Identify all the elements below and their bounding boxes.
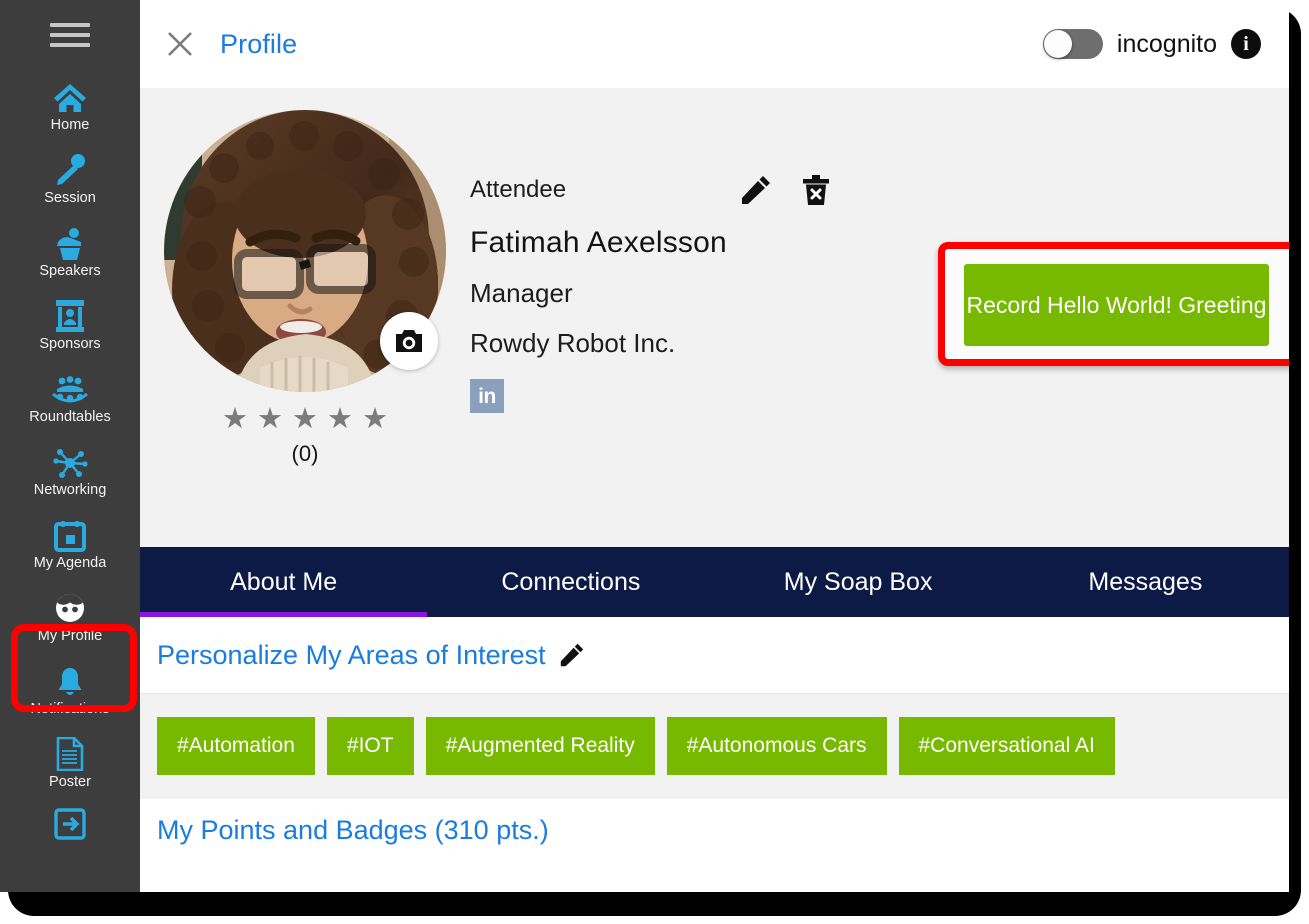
sidebar-nav: Home Session Speakers Sponsors Roundtabl… xyxy=(0,0,140,892)
home-icon xyxy=(52,80,88,114)
incognito-toggle[interactable] xyxy=(1042,29,1103,59)
tab-about-me[interactable]: About Me xyxy=(140,547,428,617)
linkedin-label: in xyxy=(478,384,496,408)
tab-my-soap-box[interactable]: My Soap Box xyxy=(715,547,1002,617)
sidebar-item-label: Roundtables xyxy=(29,408,111,425)
profile-panel: Profile incognito i ★ ★ ★ ★ ★ (0) Attend… xyxy=(140,0,1289,892)
sidebar-item-label: Poster xyxy=(49,773,91,790)
profile-hero: ★ ★ ★ ★ ★ (0) Attendee Fatimah Aexelsson… xyxy=(140,88,1289,547)
incognito-controls: incognito i xyxy=(1042,29,1289,59)
interest-tag[interactable]: #Augmented Reality xyxy=(425,717,655,775)
sidebar-item-home[interactable]: Home xyxy=(0,70,140,143)
role-row: Attendee xyxy=(470,168,1289,212)
sidebar-item-networking[interactable]: Networking xyxy=(0,435,140,508)
sidebar-item-label: My Profile xyxy=(37,627,103,644)
sidebar-item-label: My Agenda xyxy=(33,554,107,571)
points-and-badges-link[interactable]: My Points and Badges (310 pts.) xyxy=(157,815,549,846)
star-icon[interactable]: ★ xyxy=(362,404,388,434)
star-icon[interactable]: ★ xyxy=(292,404,318,434)
interest-tag[interactable]: #IOT xyxy=(326,717,414,775)
panel-header: Profile incognito i xyxy=(140,0,1289,88)
podium-speaker-icon xyxy=(51,226,89,260)
hamburger-bar xyxy=(50,23,90,27)
delete-profile-trash-icon[interactable] xyxy=(794,168,838,212)
booth-icon xyxy=(53,299,87,333)
profile-role: Attendee xyxy=(470,176,567,203)
calendar-icon xyxy=(54,518,86,552)
profile-info: Attendee Fatimah Aexelsson Manager Rowdy… xyxy=(470,88,1289,547)
linkedin-icon[interactable]: in xyxy=(470,379,504,413)
tab-connections[interactable]: Connections xyxy=(427,547,714,617)
edit-profile-pencil-icon[interactable] xyxy=(734,168,778,212)
sidebar-item-label: Notifications xyxy=(30,700,110,717)
avatar-column: ★ ★ ★ ★ ★ (0) xyxy=(140,88,470,547)
interest-tags: #Automation #IOT #Augmented Reality #Aut… xyxy=(140,694,1289,799)
sidebar-item-poster[interactable]: Poster xyxy=(0,727,140,800)
close-icon[interactable] xyxy=(160,24,200,64)
sidebar-item-session[interactable]: Session xyxy=(0,143,140,216)
app-window: Home Session Speakers Sponsors Roundtabl… xyxy=(0,0,1309,924)
incognito-label: incognito xyxy=(1116,29,1217,58)
interest-tag[interactable]: #Conversational AI xyxy=(898,717,1115,775)
interests-header: Personalize My Areas of Interest xyxy=(140,617,1289,694)
personalize-interests-link[interactable]: Personalize My Areas of Interest xyxy=(157,640,546,671)
interest-tag[interactable]: #Autonomous Cars xyxy=(666,717,887,775)
sidebar-item-sponsors[interactable]: Sponsors xyxy=(0,289,140,362)
microphone-icon xyxy=(53,153,87,187)
tab-messages[interactable]: Messages xyxy=(1002,547,1289,617)
camera-icon[interactable] xyxy=(380,312,438,370)
sidebar-item-notifications[interactable]: Notifications xyxy=(0,654,140,727)
record-greeting-button[interactable]: Record Hello World! Greeting xyxy=(964,264,1269,346)
face-avatar-icon xyxy=(53,591,87,625)
hamburger-menu-icon[interactable] xyxy=(0,0,140,70)
hamburger-bar xyxy=(50,33,90,37)
star-icon[interactable]: ★ xyxy=(327,404,353,434)
sidebar-item-logout[interactable] xyxy=(0,800,140,856)
bell-icon xyxy=(55,664,85,698)
interest-tag[interactable]: #Automation xyxy=(157,717,315,775)
sidebar-item-label: Home xyxy=(50,116,90,133)
sidebar-item-my-profile[interactable]: My Profile xyxy=(0,581,140,654)
sidebar-item-roundtables[interactable]: Roundtables xyxy=(0,362,140,435)
avatar-wrapper xyxy=(164,110,446,392)
page-title: Profile xyxy=(220,28,298,59)
rating-count: (0) xyxy=(291,441,319,466)
sidebar-item-label: Session xyxy=(44,189,96,206)
group-table-icon xyxy=(51,372,89,406)
toggle-knob xyxy=(1043,30,1072,58)
points-and-badges-row: My Points and Badges (310 pts.) xyxy=(140,799,1289,861)
star-icon[interactable]: ★ xyxy=(222,404,248,434)
hamburger-bar xyxy=(50,43,90,47)
rating-stars[interactable]: ★ ★ ★ ★ ★ xyxy=(222,404,388,434)
info-icon[interactable]: i xyxy=(1231,29,1261,59)
sidebar-item-label: Networking xyxy=(33,481,107,498)
sidebar-item-my-agenda[interactable]: My Agenda xyxy=(0,508,140,581)
document-icon xyxy=(56,736,84,771)
profile-tabbar: About Me Connections My Soap Box Message… xyxy=(140,547,1289,617)
network-nodes-icon xyxy=(52,445,88,479)
sidebar-item-speakers[interactable]: Speakers xyxy=(0,216,140,289)
sidebar-item-label: Speakers xyxy=(39,262,101,279)
logout-arrow-icon xyxy=(54,806,86,840)
edit-interests-pencil-icon[interactable] xyxy=(560,643,584,667)
star-icon[interactable]: ★ xyxy=(257,404,283,434)
sidebar-item-label: Sponsors xyxy=(39,335,101,352)
